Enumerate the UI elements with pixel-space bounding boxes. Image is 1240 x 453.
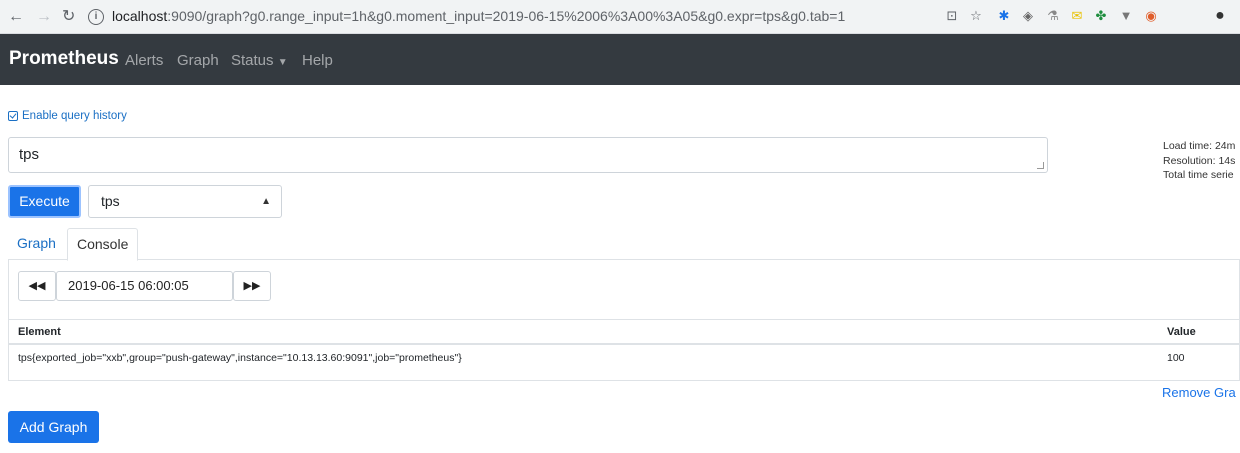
checkbox-icon[interactable]	[8, 111, 18, 121]
translate-icon[interactable]: ⊡	[944, 8, 960, 24]
extension-mail-icon[interactable]: ✉	[1069, 8, 1085, 24]
moment-input[interactable]: 2019-06-15 06:00:05	[56, 271, 233, 301]
tab-console[interactable]: Console	[67, 228, 139, 261]
console-panel: ◀◀ 2019-06-15 06:00:05 ▶▶ Element Value …	[8, 259, 1240, 381]
forward-icon[interactable]: →	[36, 8, 52, 26]
header-element: Element	[18, 326, 61, 338]
extension-asterisk-icon[interactable]: ✱	[996, 8, 1012, 24]
rewind-icon: ◀◀	[28, 280, 46, 292]
moment-back-button[interactable]: ◀◀	[18, 271, 56, 301]
nav-graph[interactable]: Graph	[177, 52, 219, 69]
back-icon[interactable]: ←	[8, 8, 24, 26]
tab-graph[interactable]: Graph	[8, 228, 65, 260]
row-value: 100	[1167, 352, 1185, 364]
resize-grip-icon[interactable]	[1037, 162, 1044, 169]
caret-down-icon: ▼	[277, 57, 288, 68]
site-info-icon[interactable]: i	[88, 9, 104, 25]
table-row: tps{exported_job="xxb",group="push-gatew…	[9, 345, 1240, 371]
expression-input[interactable]: tps	[8, 137, 1048, 173]
moment-forward-button[interactable]: ▶▶	[233, 271, 271, 301]
extension-leaf-icon[interactable]: ✤	[1093, 8, 1109, 24]
extension-diamond-icon[interactable]: ◈	[1020, 8, 1036, 24]
metric-select-value: tps	[101, 193, 120, 209]
nav-alerts[interactable]: Alerts	[125, 52, 163, 69]
remove-graph-link[interactable]: Remove Gra	[1162, 385, 1236, 400]
profile-icon[interactable]: ●	[1212, 8, 1228, 24]
bookmark-star-icon[interactable]: ☆	[968, 8, 984, 24]
nav-status[interactable]: Status ▼	[231, 52, 288, 69]
execute-button[interactable]: Execute	[8, 185, 81, 218]
extension-shield-icon[interactable]: ◉	[1143, 8, 1159, 24]
top-navbar: Prometheus Alerts Graph Status ▼ Help	[0, 34, 1240, 85]
enable-query-history[interactable]: Enable query history	[8, 110, 127, 122]
expression-text: tps	[19, 146, 40, 163]
nav-help[interactable]: Help	[302, 52, 333, 69]
metric-select[interactable]: tps ▲	[88, 185, 282, 218]
query-stats: Load time: 24m Resolution: 14s Total tim…	[1163, 139, 1235, 183]
url-text[interactable]: localhost:9090/graph?g0.range_input=1h&g…	[112, 8, 845, 24]
add-graph-button[interactable]: Add Graph	[8, 411, 99, 443]
brand-logo[interactable]: Prometheus	[9, 48, 119, 70]
row-element: tps{exported_job="xxb",group="push-gatew…	[18, 352, 462, 364]
header-value: Value	[1167, 326, 1196, 338]
browser-toolbar: ← → ↻ i localhost:9090/graph?g0.range_in…	[0, 0, 1240, 34]
resolution: Resolution: 14s	[1163, 154, 1236, 167]
select-arrows-icon: ▲	[261, 196, 271, 207]
load-time: Load time: 24m	[1163, 140, 1236, 152]
table-header: Element Value	[9, 319, 1240, 345]
extension-vue-icon[interactable]: ▼	[1118, 8, 1134, 24]
graph-tabs: Graph Console	[8, 228, 1240, 261]
extension-flask-icon[interactable]: ⚗	[1045, 8, 1061, 24]
reload-icon[interactable]: ↻	[62, 8, 75, 26]
total-time-series: Total time serie	[1163, 169, 1234, 181]
fast-forward-icon: ▶▶	[243, 280, 261, 292]
query-history-label: Enable query history	[22, 110, 127, 122]
